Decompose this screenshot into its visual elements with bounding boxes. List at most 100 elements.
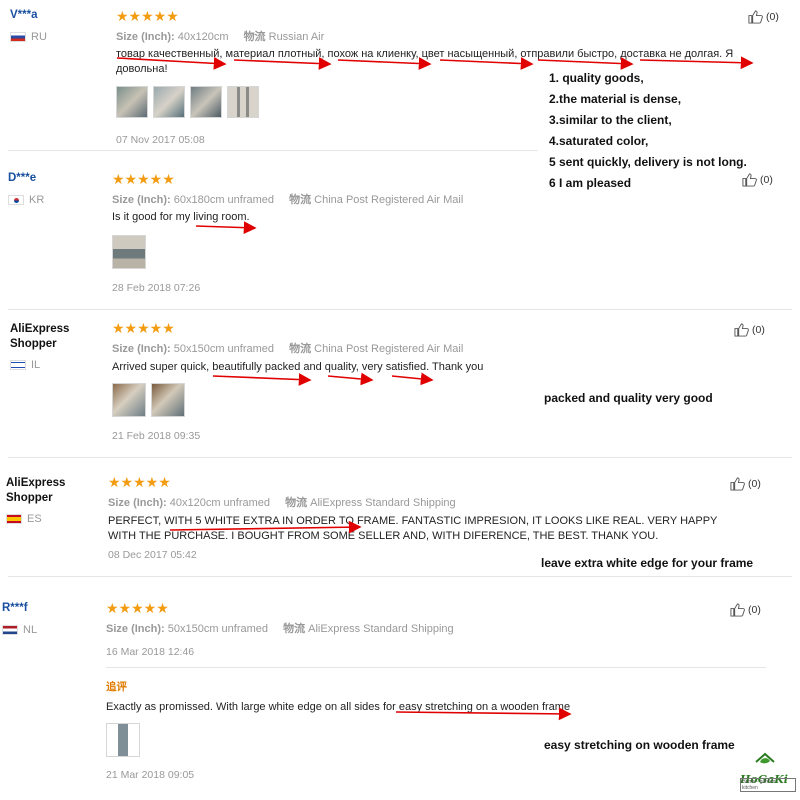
review-photos bbox=[106, 723, 140, 757]
country-code: IL bbox=[31, 359, 41, 371]
helpful-count: (0) bbox=[760, 173, 773, 186]
annotation-line: 6 I am pleased bbox=[549, 176, 632, 190]
star-rating: ★★★★★ bbox=[108, 474, 171, 490]
shipping-label: 物流 bbox=[289, 343, 312, 355]
annotation-line: 1. quality goods, bbox=[549, 71, 644, 85]
review-date: 16 Mar 2018 12:46 bbox=[106, 646, 195, 658]
helpful-button[interactable]: (0) bbox=[730, 602, 761, 617]
helpful-button[interactable]: (0) bbox=[742, 172, 773, 187]
annotation-edge: leave extra white edge for your frame bbox=[541, 556, 754, 570]
flag-es-icon bbox=[6, 514, 22, 524]
review-meta: Size (Inch): 40x120cm unframed 物流 AliExp… bbox=[108, 494, 456, 510]
flag-kr-icon bbox=[8, 195, 24, 205]
reviewer-name[interactable]: AliExpress Shopper bbox=[10, 322, 90, 352]
reviewer-country: NL bbox=[2, 624, 37, 636]
country-code: ES bbox=[27, 513, 42, 525]
annotation-line: 2.the material is dense, bbox=[549, 92, 682, 106]
review-meta: Size (Inch): 60x180cm unframed 物流 China … bbox=[112, 191, 463, 207]
divider bbox=[8, 309, 792, 310]
reviewer-country: KR bbox=[8, 194, 44, 206]
arrow bbox=[391, 372, 434, 386]
review-meta: Size (Inch): 50x150cm unframed 物流 AliExp… bbox=[106, 620, 454, 636]
reviewer-country: ES bbox=[6, 513, 42, 525]
size-value: 40x120cm unframed bbox=[169, 497, 271, 509]
reviewer-name[interactable]: D***e bbox=[8, 172, 36, 184]
size-label: Size (Inch): bbox=[112, 343, 171, 355]
review-photo[interactable] bbox=[116, 86, 148, 118]
house-leaf-icon bbox=[755, 752, 775, 764]
size-label: Size (Inch): bbox=[108, 497, 167, 509]
annotation-line: 5 sent quickly, delivery is not long. bbox=[549, 155, 747, 169]
helpful-button[interactable]: (0) bbox=[748, 9, 779, 24]
country-code: NL bbox=[23, 624, 38, 636]
helpful-count: (0) bbox=[748, 477, 761, 490]
star-rating: ★★★★★ bbox=[116, 8, 179, 24]
annotation-stretching: easy stretching on wooden frame bbox=[544, 738, 735, 752]
review-text: Is it good for my living room. bbox=[112, 211, 250, 223]
followup-text: Exactly as promissed. With large white e… bbox=[106, 701, 571, 713]
annotation-line: 3.similar to the client, bbox=[549, 113, 672, 127]
annotation-packed: packed and quality very good bbox=[544, 391, 713, 405]
review-text: Arrived super quick, beautifully packed … bbox=[112, 361, 484, 373]
helpful-count: (0) bbox=[752, 323, 765, 336]
review-photo[interactable] bbox=[106, 723, 140, 757]
shipping-value: AliExpress Standard Shipping bbox=[308, 623, 454, 635]
arrow bbox=[212, 373, 312, 386]
review-photo[interactable] bbox=[227, 86, 259, 118]
thumbs-up-icon bbox=[730, 477, 745, 491]
review-photos bbox=[112, 235, 146, 269]
reviewer-name[interactable]: R***f bbox=[2, 602, 28, 614]
star-rating: ★★★★★ bbox=[112, 171, 175, 187]
followup-date: 21 Mar 2018 09:05 bbox=[106, 769, 195, 781]
shipping-value: Russian Air bbox=[268, 31, 325, 43]
reviewer-name[interactable]: AliExpress Shopper bbox=[6, 476, 86, 506]
arrow bbox=[327, 372, 374, 386]
review-date: 07 Nov 2017 05:08 bbox=[116, 134, 205, 146]
annotation-translation-list: 1. quality goods, 2.the material is dens… bbox=[549, 68, 747, 194]
review-photos bbox=[112, 383, 185, 417]
helpful-button[interactable]: (0) bbox=[730, 476, 761, 491]
flag-ru-icon bbox=[10, 32, 26, 42]
reviewer-name[interactable]: V***a bbox=[10, 9, 38, 21]
review-photos bbox=[116, 86, 259, 118]
shipping-value: China Post Registered Air Mail bbox=[314, 343, 464, 355]
thumbs-up-icon bbox=[734, 323, 749, 337]
shipping-value: AliExpress Standard Shipping bbox=[310, 497, 456, 509]
review-meta: Size (Inch): 40x120cm 物流 Russian Air bbox=[116, 28, 324, 44]
followup-label: 追评 bbox=[106, 681, 127, 693]
review-photo[interactable] bbox=[112, 383, 146, 417]
review-photo[interactable] bbox=[112, 235, 146, 269]
star-rating: ★★★★★ bbox=[106, 600, 169, 616]
reviewer-country: IL bbox=[10, 359, 40, 371]
review-text: PERFECT, WITH 5 WHITE EXTRA IN ORDER TO … bbox=[108, 515, 718, 542]
review-date: 28 Feb 2018 07:26 bbox=[112, 282, 201, 294]
review-meta: Size (Inch): 50x150cm unframed 物流 China … bbox=[112, 340, 463, 356]
hogaki-logo: HoGaKi Home · garden · kitchen bbox=[738, 752, 796, 792]
shipping-label: 物流 bbox=[243, 31, 266, 43]
review-photo[interactable] bbox=[151, 383, 185, 417]
shipping-value: China Post Registered Air Mail bbox=[314, 194, 464, 206]
followup-divider bbox=[106, 667, 766, 668]
size-value: 50x150cm unframed bbox=[167, 623, 269, 635]
flag-nl-icon bbox=[2, 625, 18, 635]
arrow bbox=[195, 221, 257, 235]
shipping-label: 物流 bbox=[289, 194, 312, 206]
size-label: Size (Inch): bbox=[112, 194, 171, 206]
thumbs-up-icon bbox=[748, 10, 763, 24]
size-value: 40x120cm bbox=[177, 31, 229, 43]
size-label: Size (Inch): bbox=[106, 623, 165, 635]
shipping-label: 物流 bbox=[283, 623, 306, 635]
star-rating: ★★★★★ bbox=[112, 320, 175, 336]
country-code: RU bbox=[31, 31, 47, 43]
review-photo[interactable] bbox=[153, 86, 185, 118]
size-label: Size (Inch): bbox=[116, 31, 175, 43]
country-code: KR bbox=[29, 194, 45, 206]
review-date: 21 Feb 2018 09:35 bbox=[112, 430, 201, 442]
review-date: 08 Dec 2017 05:42 bbox=[108, 549, 197, 561]
logo-tagline: Home · garden · kitchen bbox=[740, 778, 796, 792]
shipping-label: 物流 bbox=[285, 497, 308, 509]
helpful-button[interactable]: (0) bbox=[734, 322, 765, 337]
thumbs-up-icon bbox=[742, 173, 757, 187]
review-photo[interactable] bbox=[190, 86, 222, 118]
annotation-line: 4.saturated color, bbox=[549, 134, 649, 148]
